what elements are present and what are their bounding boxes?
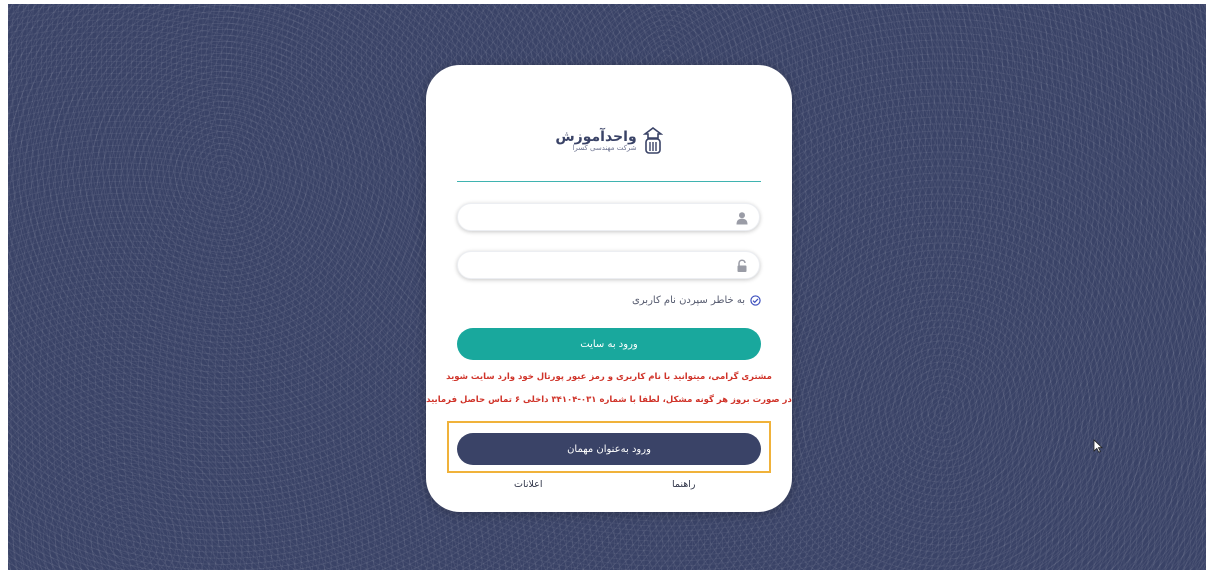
login-card: واحدآموزش شرکت مهندسی کسرا به خاطر سپردن… — [426, 65, 792, 512]
announcements-link[interactable]: اعلانات — [514, 479, 542, 490]
guest-login-button[interactable]: ورود به‌عنوان مهمان — [457, 433, 761, 465]
login-button[interactable]: ورود به سایت — [457, 328, 761, 360]
logo-text: واحدآموزش شرکت مهندسی کسرا — [555, 130, 636, 152]
lock-icon — [735, 258, 749, 272]
remember-me[interactable]: به خاطر سپردن نام کاربری — [632, 295, 761, 306]
help-link[interactable]: راهنما — [672, 479, 696, 490]
graduation-tower-icon — [642, 127, 663, 155]
logo-title: واحدآموزش — [555, 128, 637, 145]
mouse-pointer-icon — [1093, 438, 1103, 453]
info-message-support: در صورت بروز هر گونه مشکل، لطفا با شماره… — [426, 395, 792, 405]
username-input[interactable] — [470, 208, 731, 228]
logo-subtitle: شرکت مهندسی کسرا — [572, 143, 637, 152]
password-input[interactable] — [470, 256, 731, 276]
header-divider — [457, 181, 761, 182]
info-message-credentials: مشتری گرامی، میتوانید با نام کاربری و رم… — [446, 372, 772, 382]
username-field[interactable] — [457, 203, 760, 231]
password-field[interactable] — [457, 251, 760, 279]
remember-label: به خاطر سپردن نام کاربری — [631, 295, 745, 306]
user-icon — [735, 210, 749, 225]
check-circle-icon[interactable] — [750, 295, 761, 306]
brand-logo: واحدآموزش شرکت مهندسی کسرا — [426, 119, 792, 163]
